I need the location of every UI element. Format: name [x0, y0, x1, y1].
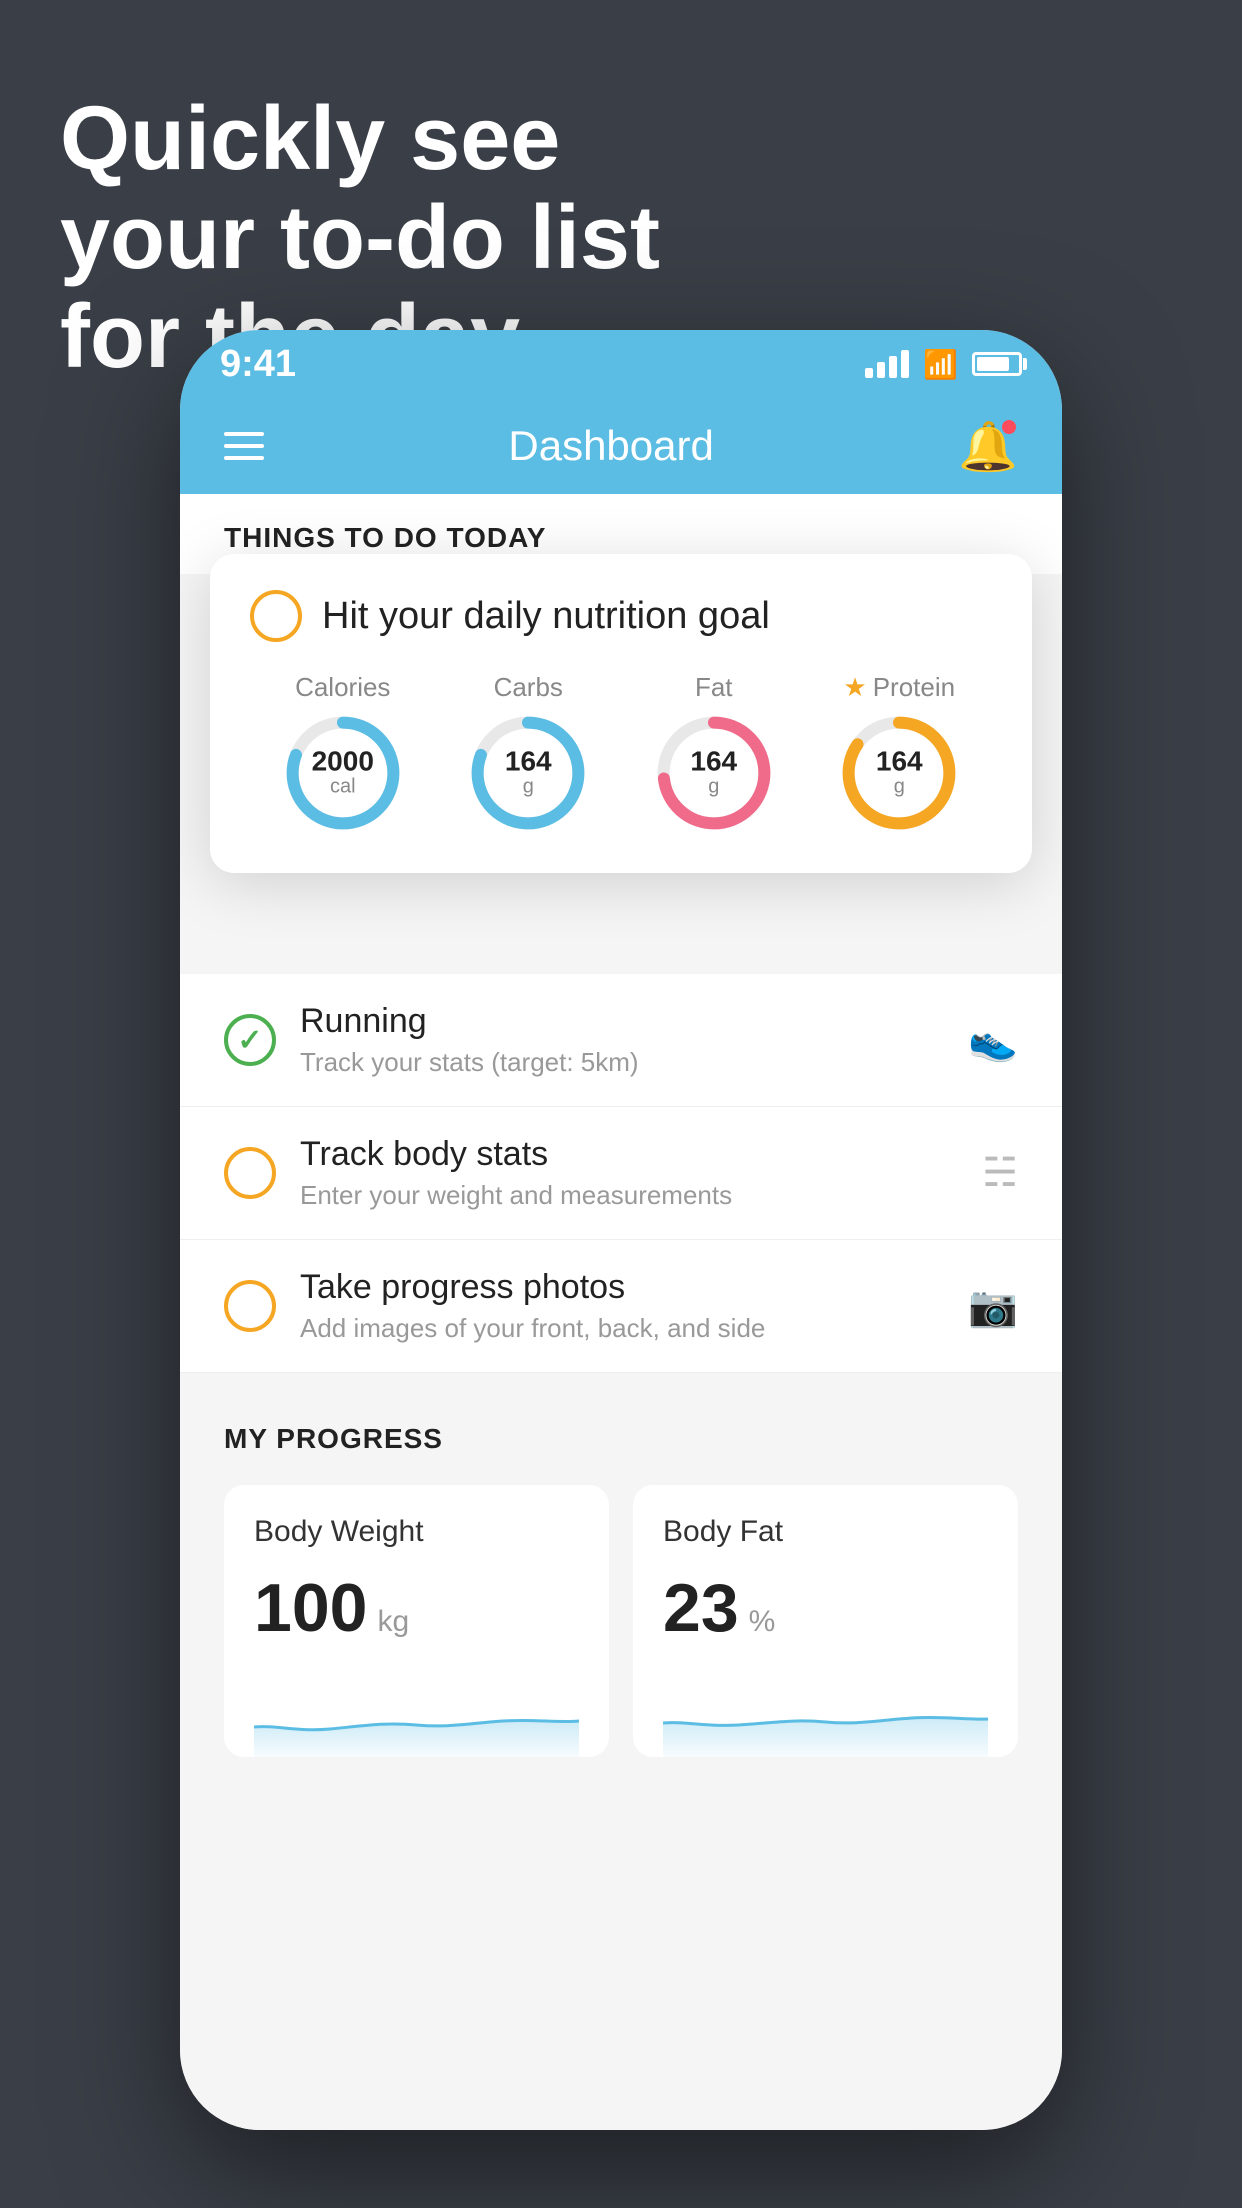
protein-unit: g [876, 776, 923, 799]
body-weight-card[interactable]: Body Weight 100 kg [224, 1485, 609, 1757]
nutrition-check-circle[interactable] [250, 590, 302, 642]
progress-cards: Body Weight 100 kg [224, 1485, 1018, 1757]
todo-item-running[interactable]: ✓ Running Track your stats (target: 5km)… [180, 974, 1062, 1107]
protein-label: ★ Protein [843, 672, 955, 703]
battery-icon [972, 352, 1022, 376]
calories-donut: 2000 cal [283, 713, 403, 833]
header-title: Dashboard [508, 422, 713, 470]
calories-item: Calories 2000 cal [283, 672, 403, 833]
body-weight-sparkline [254, 1677, 579, 1757]
body-weight-value-row: 100 kg [254, 1569, 579, 1647]
body-fat-sparkline [663, 1677, 988, 1757]
notification-bell-button[interactable]: 🔔 [958, 418, 1018, 475]
wifi-icon: 📶 [923, 348, 958, 381]
calories-unit: cal [312, 776, 374, 799]
running-subtitle: Track your stats (target: 5km) [300, 1047, 944, 1078]
progress-section: MY PROGRESS Body Weight 100 kg [180, 1373, 1062, 1787]
body-weight-unit: kg [377, 1605, 409, 1639]
nutrition-card: Hit your daily nutrition goal Calories 2… [210, 554, 1032, 873]
body-stats-title: Track body stats [300, 1135, 958, 1174]
card-title-row: Hit your daily nutrition goal [250, 590, 992, 642]
protein-donut: 164 g [839, 713, 959, 833]
carbs-item: Carbs 164 g [468, 672, 588, 833]
photos-subtitle: Add images of your front, back, and side [300, 1313, 944, 1344]
body-stats-subtitle: Enter your weight and measurements [300, 1180, 958, 1211]
body-weight-value: 100 [254, 1569, 367, 1647]
running-text: Running Track your stats (target: 5km) [300, 1002, 944, 1078]
status-time: 9:41 [220, 343, 296, 386]
notification-dot [1000, 418, 1018, 436]
body-fat-unit: % [749, 1605, 776, 1639]
status-icons: 📶 [865, 348, 1022, 381]
calories-label: Calories [295, 672, 390, 703]
todo-item-body-stats[interactable]: Track body stats Enter your weight and m… [180, 1107, 1062, 1240]
photos-title: Take progress photos [300, 1268, 944, 1307]
status-bar: 9:41 📶 [180, 330, 1062, 398]
body-fat-card[interactable]: Body Fat 23 % [633, 1485, 1018, 1757]
signal-icon [865, 350, 909, 378]
body-stats-text: Track body stats Enter your weight and m… [300, 1135, 958, 1211]
shoe-icon: 👟 [968, 1017, 1018, 1064]
app-header: Dashboard 🔔 [180, 398, 1062, 494]
fat-item: Fat 164 g [654, 672, 774, 833]
fat-unit: g [690, 776, 737, 799]
running-title: Running [300, 1002, 944, 1041]
check-icon: ✓ [237, 1023, 262, 1058]
photo-icon: 📷 [968, 1283, 1018, 1330]
calories-value: 2000 [312, 748, 374, 776]
body-weight-title: Body Weight [254, 1515, 579, 1549]
protein-item: ★ Protein 164 g [839, 672, 959, 833]
todo-item-progress-photos[interactable]: Take progress photos Add images of your … [180, 1240, 1062, 1373]
todo-list: ✓ Running Track your stats (target: 5km)… [180, 974, 1062, 1373]
carbs-label: Carbs [494, 672, 563, 703]
content-area: THINGS TO DO TODAY Hit your daily nutrit… [180, 494, 1062, 2130]
scale-icon: ☵ [982, 1150, 1018, 1196]
body-fat-title: Body Fat [663, 1515, 988, 1549]
carbs-unit: g [505, 776, 552, 799]
fat-donut: 164 g [654, 713, 774, 833]
nutrition-card-title: Hit your daily nutrition goal [322, 595, 770, 638]
carbs-value: 164 [505, 748, 552, 776]
phone-frame: 9:41 📶 Dashboard 🔔 TH [180, 330, 1062, 2130]
progress-heading: MY PROGRESS [224, 1423, 1018, 1455]
menu-button[interactable] [224, 432, 264, 460]
fat-value: 164 [690, 748, 737, 776]
body-fat-value-row: 23 % [663, 1569, 988, 1647]
photos-circle [224, 1280, 276, 1332]
body-stats-circle [224, 1147, 276, 1199]
carbs-donut: 164 g [468, 713, 588, 833]
photos-text: Take progress photos Add images of your … [300, 1268, 944, 1344]
body-fat-value: 23 [663, 1569, 739, 1647]
nutrition-circles: Calories 2000 cal Carbs [250, 672, 992, 833]
running-check-circle: ✓ [224, 1014, 276, 1066]
protein-value: 164 [876, 748, 923, 776]
fat-label: Fat [695, 672, 733, 703]
star-icon: ★ [843, 672, 866, 703]
